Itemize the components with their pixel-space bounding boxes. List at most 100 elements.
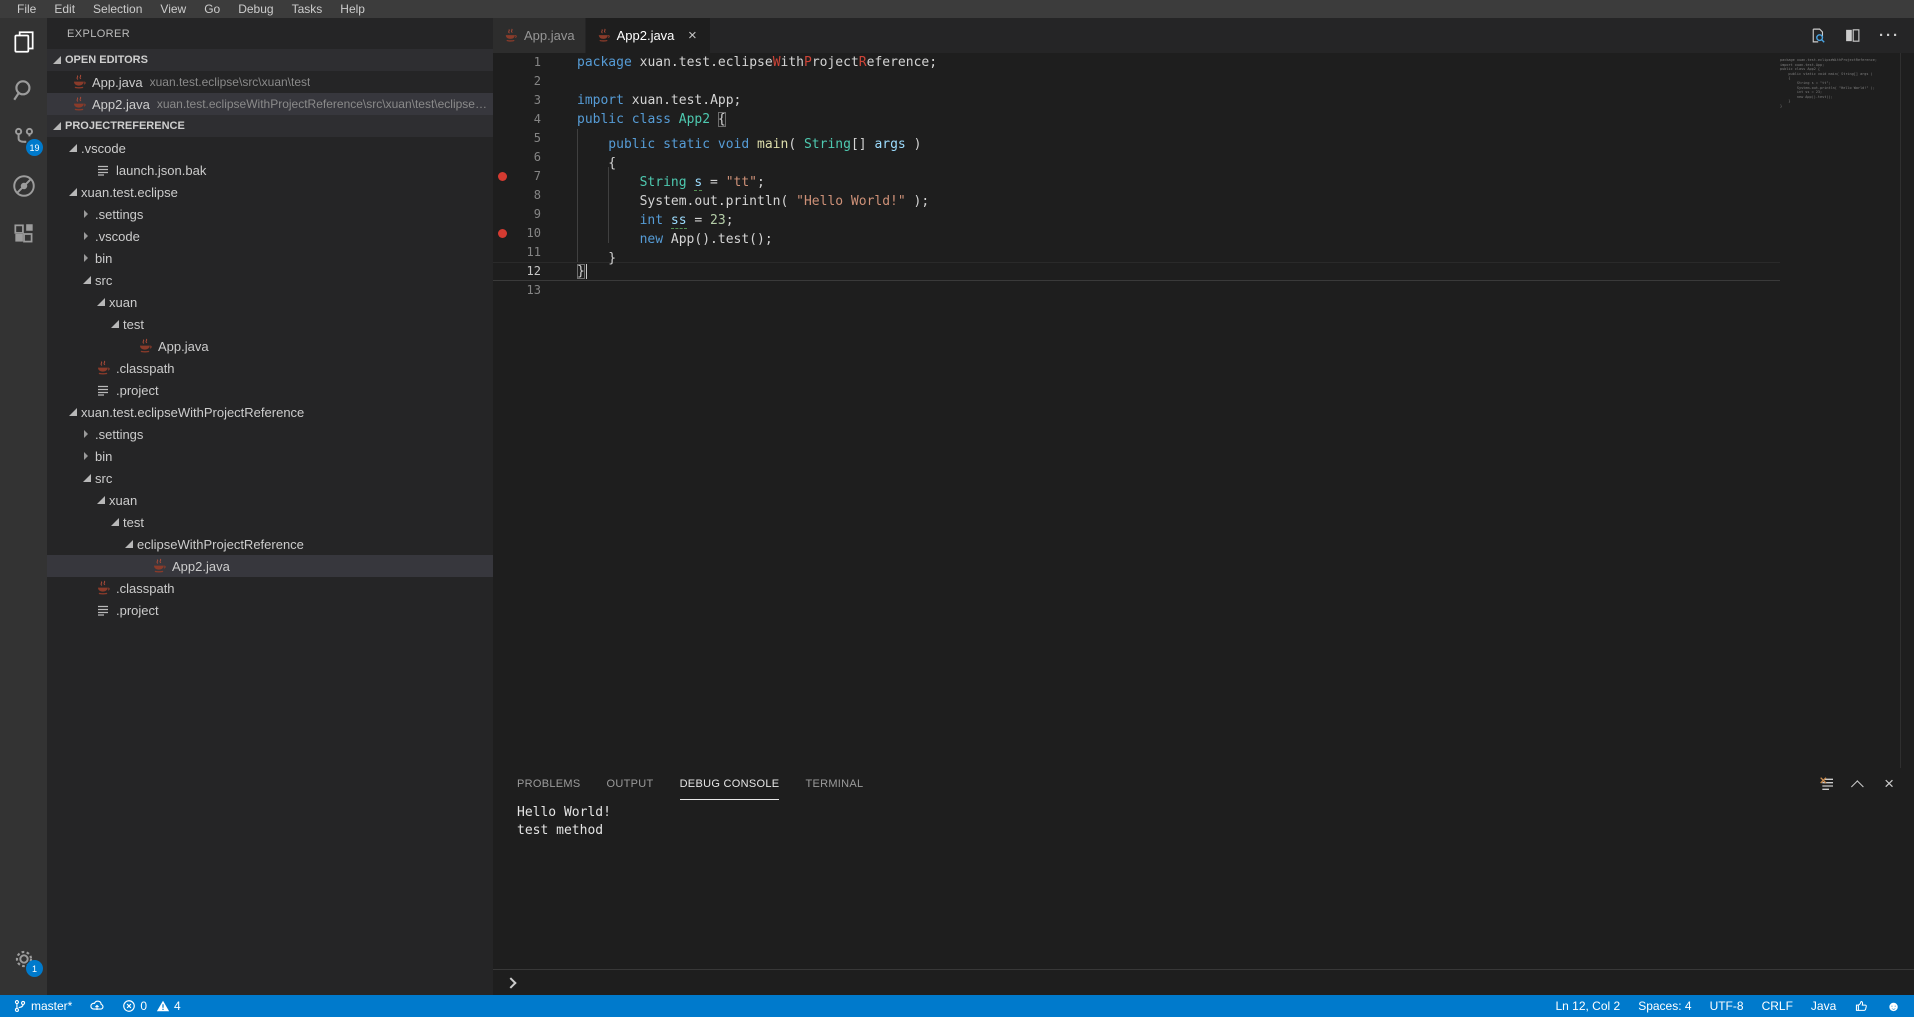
gutter: 6: [493, 148, 559, 167]
indent-guide: [577, 167, 608, 186]
menu-debug[interactable]: Debug: [229, 0, 282, 18]
indent-guide: [577, 186, 608, 205]
panel-tab-debug-console[interactable]: DEBUG CONSOLE: [680, 768, 780, 800]
tab-app-java[interactable]: App.java: [493, 18, 585, 53]
code-lines: 1package xuan.test.eclipseWithProjectRef…: [493, 53, 1780, 768]
bottom-panel: PROBLEMSOUTPUTDEBUG CONSOLETERMINAL × He…: [493, 768, 1914, 995]
panel-tab-problems[interactable]: PROBLEMS: [517, 768, 581, 800]
close-panel-icon[interactable]: ×: [1884, 776, 1894, 792]
breakpoint-icon[interactable]: [493, 172, 511, 181]
tree-item-xuan-test-eclipsewithprojectreference[interactable]: xuan.test.eclipseWithProjectReference: [47, 401, 493, 423]
tree-item-test[interactable]: test: [47, 313, 493, 335]
menu-view[interactable]: View: [151, 0, 195, 18]
tree-item-launch-json-bak[interactable]: launch.json.bak: [47, 159, 493, 181]
code-editor[interactable]: 1package xuan.test.eclipseWithProjectRef…: [493, 53, 1914, 768]
panel-tab-bar: PROBLEMS OUTPUT DEBUG CONSOLE TERMINAL ×: [493, 768, 1914, 800]
menu-help[interactable]: Help: [331, 0, 374, 18]
panel-tab-terminal[interactable]: TERMINAL: [805, 768, 863, 800]
tree-item--settings[interactable]: .settings: [47, 423, 493, 445]
twisty-expanded-icon: [69, 188, 77, 196]
code-line[interactable]: 13: [493, 281, 1780, 300]
twisty-expanded-icon: [111, 518, 119, 526]
menu-selection[interactable]: Selection: [84, 0, 151, 18]
java-file-icon: [71, 96, 87, 112]
tree-item--vscode[interactable]: .vscode: [47, 137, 493, 159]
source-control-icon[interactable]: 19: [0, 114, 47, 162]
cursor-position-status[interactable]: Ln 12, Col 2: [1552, 995, 1623, 1017]
tree-item--classpath[interactable]: .classpath: [47, 357, 493, 379]
problems-status[interactable]: 0 4: [119, 995, 183, 1017]
editor-scrollbar[interactable]: [1900, 53, 1914, 768]
more-actions-icon[interactable]: ···: [1879, 27, 1900, 44]
open-editor-item[interactable]: App.javaxuan.test.eclipse\src\xuan\test: [47, 71, 493, 93]
code-line[interactable]: 12}: [493, 262, 1780, 281]
debug-console-input[interactable]: [493, 969, 1914, 995]
chevron-expanded-icon: [53, 122, 61, 130]
open-editor-item[interactable]: App2.javaxuan.test.eclipseWithProjectRef…: [47, 93, 493, 115]
twisty-expanded-icon: [83, 276, 91, 284]
menu-file[interactable]: File: [8, 0, 45, 18]
sync-changes-icon[interactable]: [87, 995, 107, 1017]
tree-item--classpath[interactable]: .classpath: [47, 577, 493, 599]
smiley-feedback-icon[interactable]: ☻: [1883, 995, 1904, 1017]
tree-item-test[interactable]: test: [47, 511, 493, 533]
open-editors-header[interactable]: OPEN EDITORS: [47, 49, 493, 71]
tree-item-bin[interactable]: bin: [47, 445, 493, 467]
tree-item--project[interactable]: .project: [47, 379, 493, 401]
tab-app2-java[interactable]: App2.java ×: [586, 18, 711, 53]
code-line[interactable]: 7String s = "tt";: [493, 167, 1780, 186]
settings-gear-icon[interactable]: 1: [0, 935, 47, 983]
tree-item-src[interactable]: src: [47, 467, 493, 489]
language-mode-status[interactable]: Java: [1808, 995, 1839, 1017]
extensions-icon[interactable]: [0, 210, 47, 258]
maximize-panel-icon[interactable]: [1855, 780, 1864, 789]
menu-edit[interactable]: Edit: [45, 0, 84, 18]
split-editor-icon[interactable]: [1844, 27, 1861, 44]
code-line[interactable]: 5public static void main( String[] args …: [493, 129, 1780, 148]
feedback-thumb-icon[interactable]: [1851, 995, 1871, 1017]
indentation-status[interactable]: Spaces: 4: [1635, 995, 1694, 1017]
tree-item-bin[interactable]: bin: [47, 247, 493, 269]
open-editor-label: App2.java: [92, 97, 150, 112]
tree-item-app2-java[interactable]: App2.java: [47, 555, 493, 577]
menu-tasks[interactable]: Tasks: [283, 0, 332, 18]
menu-go[interactable]: Go: [195, 0, 229, 18]
code-line[interactable]: 9int ss = 23;: [493, 205, 1780, 224]
code-line[interactable]: 8System.out.println( "Hello World!" );: [493, 186, 1780, 205]
indent-guide: [608, 186, 639, 205]
code-line[interactable]: 4public class App2 {: [493, 110, 1780, 129]
code-line[interactable]: 1package xuan.test.eclipseWithProjectRef…: [493, 53, 1780, 72]
gutter: 12: [493, 262, 559, 281]
panel-tab-output[interactable]: OUTPUT: [607, 768, 654, 800]
explorer-icon[interactable]: [0, 18, 47, 66]
indent-guide: [577, 243, 608, 262]
workspace-section-header[interactable]: PROJECTREFERENCE: [47, 115, 493, 137]
tree-item-app-java[interactable]: App.java: [47, 335, 493, 357]
open-preview-icon[interactable]: [1809, 27, 1826, 44]
tree-item-xuan[interactable]: xuan: [47, 291, 493, 313]
tab-close-icon[interactable]: ×: [684, 28, 700, 43]
encoding-status[interactable]: UTF-8: [1707, 995, 1747, 1017]
tree-item--vscode[interactable]: .vscode: [47, 225, 493, 247]
code-line[interactable]: 2: [493, 72, 1780, 91]
clear-console-icon[interactable]: [1819, 776, 1835, 792]
tree-item-xuan-test-eclipse[interactable]: xuan.test.eclipse: [47, 181, 493, 203]
indent-guide: [608, 167, 639, 186]
tab-label: App2.java: [617, 28, 675, 43]
minimap[interactable]: package xuan.test.eclipseWithProjectRefe…: [1780, 53, 1900, 768]
tree-item-xuan[interactable]: xuan: [47, 489, 493, 511]
debug-icon[interactable]: [0, 162, 47, 210]
tree-item-src[interactable]: src: [47, 269, 493, 291]
breakpoint-icon[interactable]: [493, 229, 511, 238]
twisty-collapsed-icon: [83, 452, 91, 460]
git-branch-status[interactable]: master*: [10, 995, 75, 1017]
tree-item-eclipsewithprojectreference[interactable]: eclipseWithProjectReference: [47, 533, 493, 555]
tree-item--settings[interactable]: .settings: [47, 203, 493, 225]
line-content: [559, 281, 577, 300]
code-line[interactable]: 10new App().test();: [493, 224, 1780, 243]
search-icon[interactable]: [0, 66, 47, 114]
eol-status[interactable]: CRLF: [1759, 995, 1796, 1017]
tree-item--project[interactable]: .project: [47, 599, 493, 621]
line-content: }: [559, 243, 616, 262]
code-line[interactable]: 3import xuan.test.App;: [493, 91, 1780, 110]
